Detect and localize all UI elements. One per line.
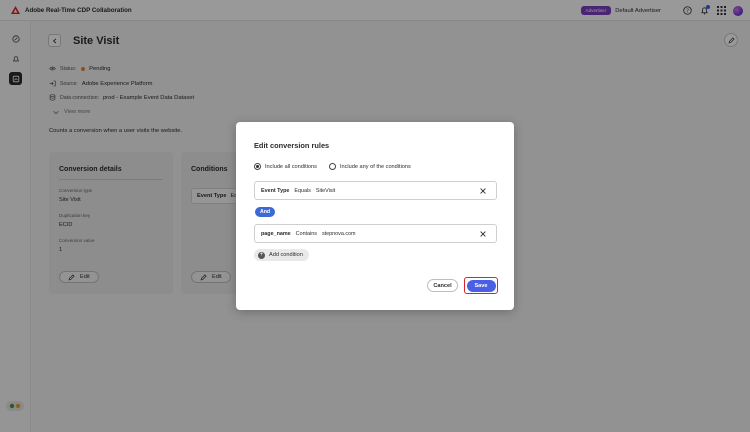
include-all-radio[interactable] <box>254 163 261 170</box>
edit-conversion-rules-dialog: Edit conversion rules Include all condit… <box>236 122 514 310</box>
condition-operator: Equals <box>294 187 311 194</box>
condition-value: SiteVisit <box>315 187 336 194</box>
condition-row[interactable]: Event Type Equals SiteVisit <box>254 181 497 200</box>
include-any-label: Include any of the conditions <box>339 163 411 170</box>
condition-value: stepnova.com <box>321 230 356 237</box>
include-all-option[interactable]: Include all conditions <box>254 163 317 170</box>
condition-row[interactable]: page_name Contains stepnova.com <box>254 224 497 243</box>
remove-condition-close-icon[interactable] <box>479 230 487 238</box>
add-condition-button[interactable]: + Add condition <box>254 249 309 261</box>
include-any-option[interactable]: Include any of the conditions <box>328 163 411 170</box>
remove-condition-close-icon[interactable] <box>479 187 487 195</box>
and-connector-badge[interactable]: And <box>255 207 276 217</box>
include-all-label: Include all conditions <box>265 163 317 170</box>
condition-operator: Contains <box>295 230 317 237</box>
dialog-title: Edit conversion rules <box>254 141 330 150</box>
add-condition-label: Add condition <box>269 252 303 258</box>
condition-mode-radio-group: Include all conditions Include any of th… <box>254 163 423 170</box>
save-button-highlight: Save <box>464 277 498 294</box>
condition-field: Event Type <box>261 187 290 194</box>
condition-field: page_name <box>261 230 291 237</box>
save-button[interactable]: Save <box>466 279 496 292</box>
include-any-radio[interactable] <box>328 163 336 170</box>
cancel-button[interactable]: Cancel <box>427 279 458 292</box>
plus-circle-icon: + <box>258 251 265 259</box>
